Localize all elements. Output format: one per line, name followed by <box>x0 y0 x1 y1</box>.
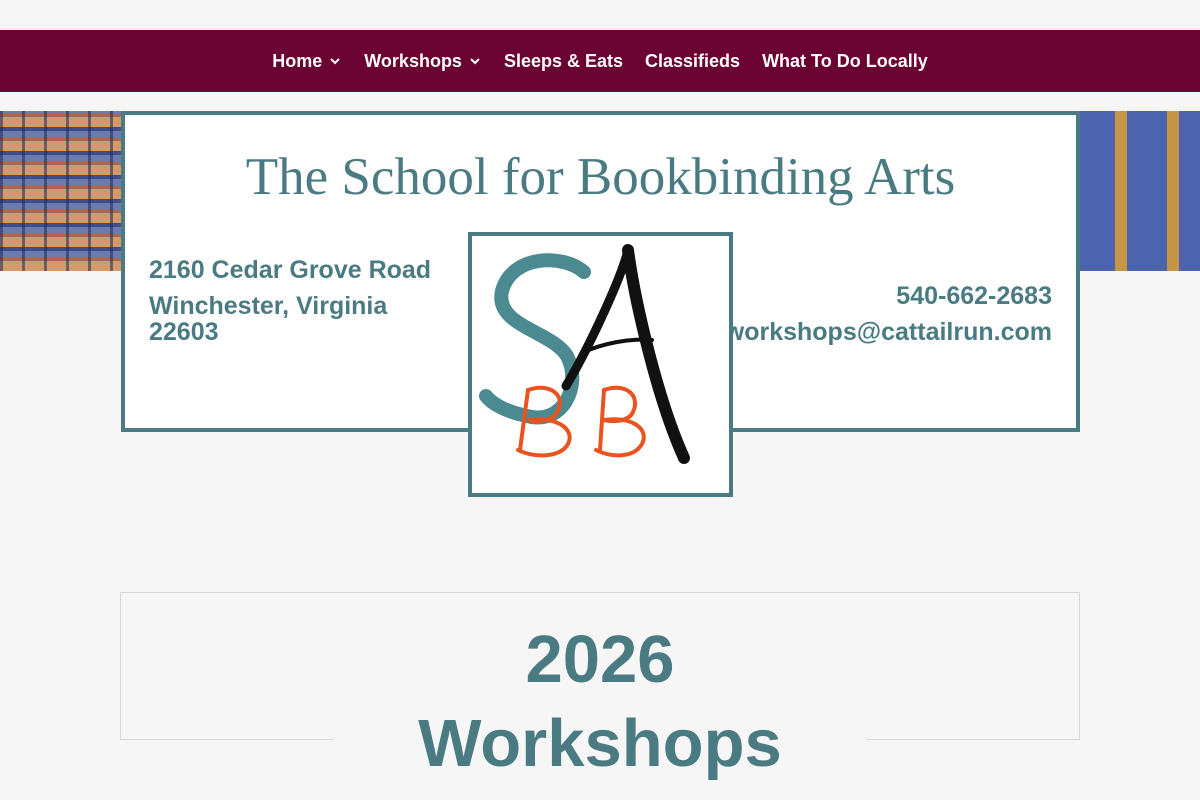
chevron-down-icon <box>470 58 480 65</box>
nav-item-classifieds[interactable]: Classifieds <box>645 51 740 72</box>
nav-item-home[interactable]: Home <box>272 51 342 72</box>
nav-item-workshops[interactable]: Workshops <box>364 51 482 72</box>
main-nav: Home Workshops Sleeps & Eats Classifieds… <box>0 30 1200 92</box>
workshops-year: 2026 <box>525 622 675 697</box>
nav-item-local[interactable]: What To Do Locally <box>762 51 928 72</box>
address-street: 2160 Cedar Grove Road <box>149 256 432 284</box>
nav-item-label: Home <box>272 50 323 71</box>
nav-list: Home Workshops Sleeps & Eats Classifieds… <box>272 51 927 72</box>
page-title: The School for Bookbinding Arts <box>245 148 956 206</box>
workshops-heading: 2026 Workshops <box>334 618 866 786</box>
workshops-label: Workshops <box>418 706 782 781</box>
sabb-logo-image <box>479 244 690 464</box>
nav-item-label: Classifieds <box>645 50 741 71</box>
nav-item-label: Sleeps & Eats <box>503 50 624 71</box>
nav-item-label: What To Do Locally <box>762 50 928 71</box>
nav-item-label: Workshops <box>364 50 462 71</box>
banner-pattern-left <box>0 111 125 271</box>
address-city: Winchester, Virginia 22603 <box>149 292 388 346</box>
nav-item-sleeps-eats[interactable]: Sleeps & Eats <box>504 51 623 72</box>
logo[interactable] <box>468 232 733 497</box>
address-block: 2160 Cedar Grove Road Winchester, Virgin… <box>149 257 449 345</box>
chevron-down-icon <box>330 58 340 65</box>
banner-pattern-right <box>1075 111 1200 271</box>
